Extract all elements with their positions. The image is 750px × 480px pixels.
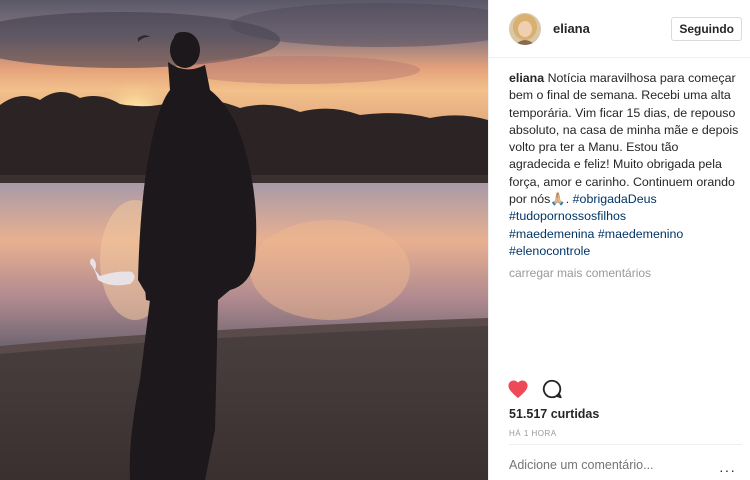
post-details-panel: eliana Seguindo eliana Notícia maravilho… [488,0,750,480]
likes-count[interactable]: 51.517 curtidas [509,407,599,421]
comment-input[interactable] [509,458,714,472]
avatar[interactable] [509,12,541,45]
hashtag-line[interactable]: #elenocontrole [509,243,742,260]
heart-icon[interactable] [507,379,529,404]
instagram-post: eliana Seguindo eliana Notícia maravilho… [0,0,750,480]
post-caption: eliana Notícia maravilhosa para começar … [489,58,750,260]
caption-username[interactable]: eliana [509,71,544,85]
sunset-lake-image [0,0,488,480]
username[interactable]: eliana [553,21,671,36]
action-bar [507,378,563,405]
more-options-icon[interactable]: ··· [719,462,736,478]
post-photo[interactable] [0,0,488,480]
post-header: eliana Seguindo [489,0,750,58]
load-more-comments-link[interactable]: carregar mais comentários [489,260,750,280]
avatar-image [509,12,541,45]
hashtag-line[interactable]: #maedemenina #maedemenino [509,226,742,243]
following-button[interactable]: Seguindo [671,16,742,41]
post-timestamp: HÁ 1 HORA [509,429,557,438]
comment-icon[interactable] [541,378,563,405]
caption-text: Notícia maravilhosa para começar bem o f… [509,71,739,207]
divider [509,444,742,445]
